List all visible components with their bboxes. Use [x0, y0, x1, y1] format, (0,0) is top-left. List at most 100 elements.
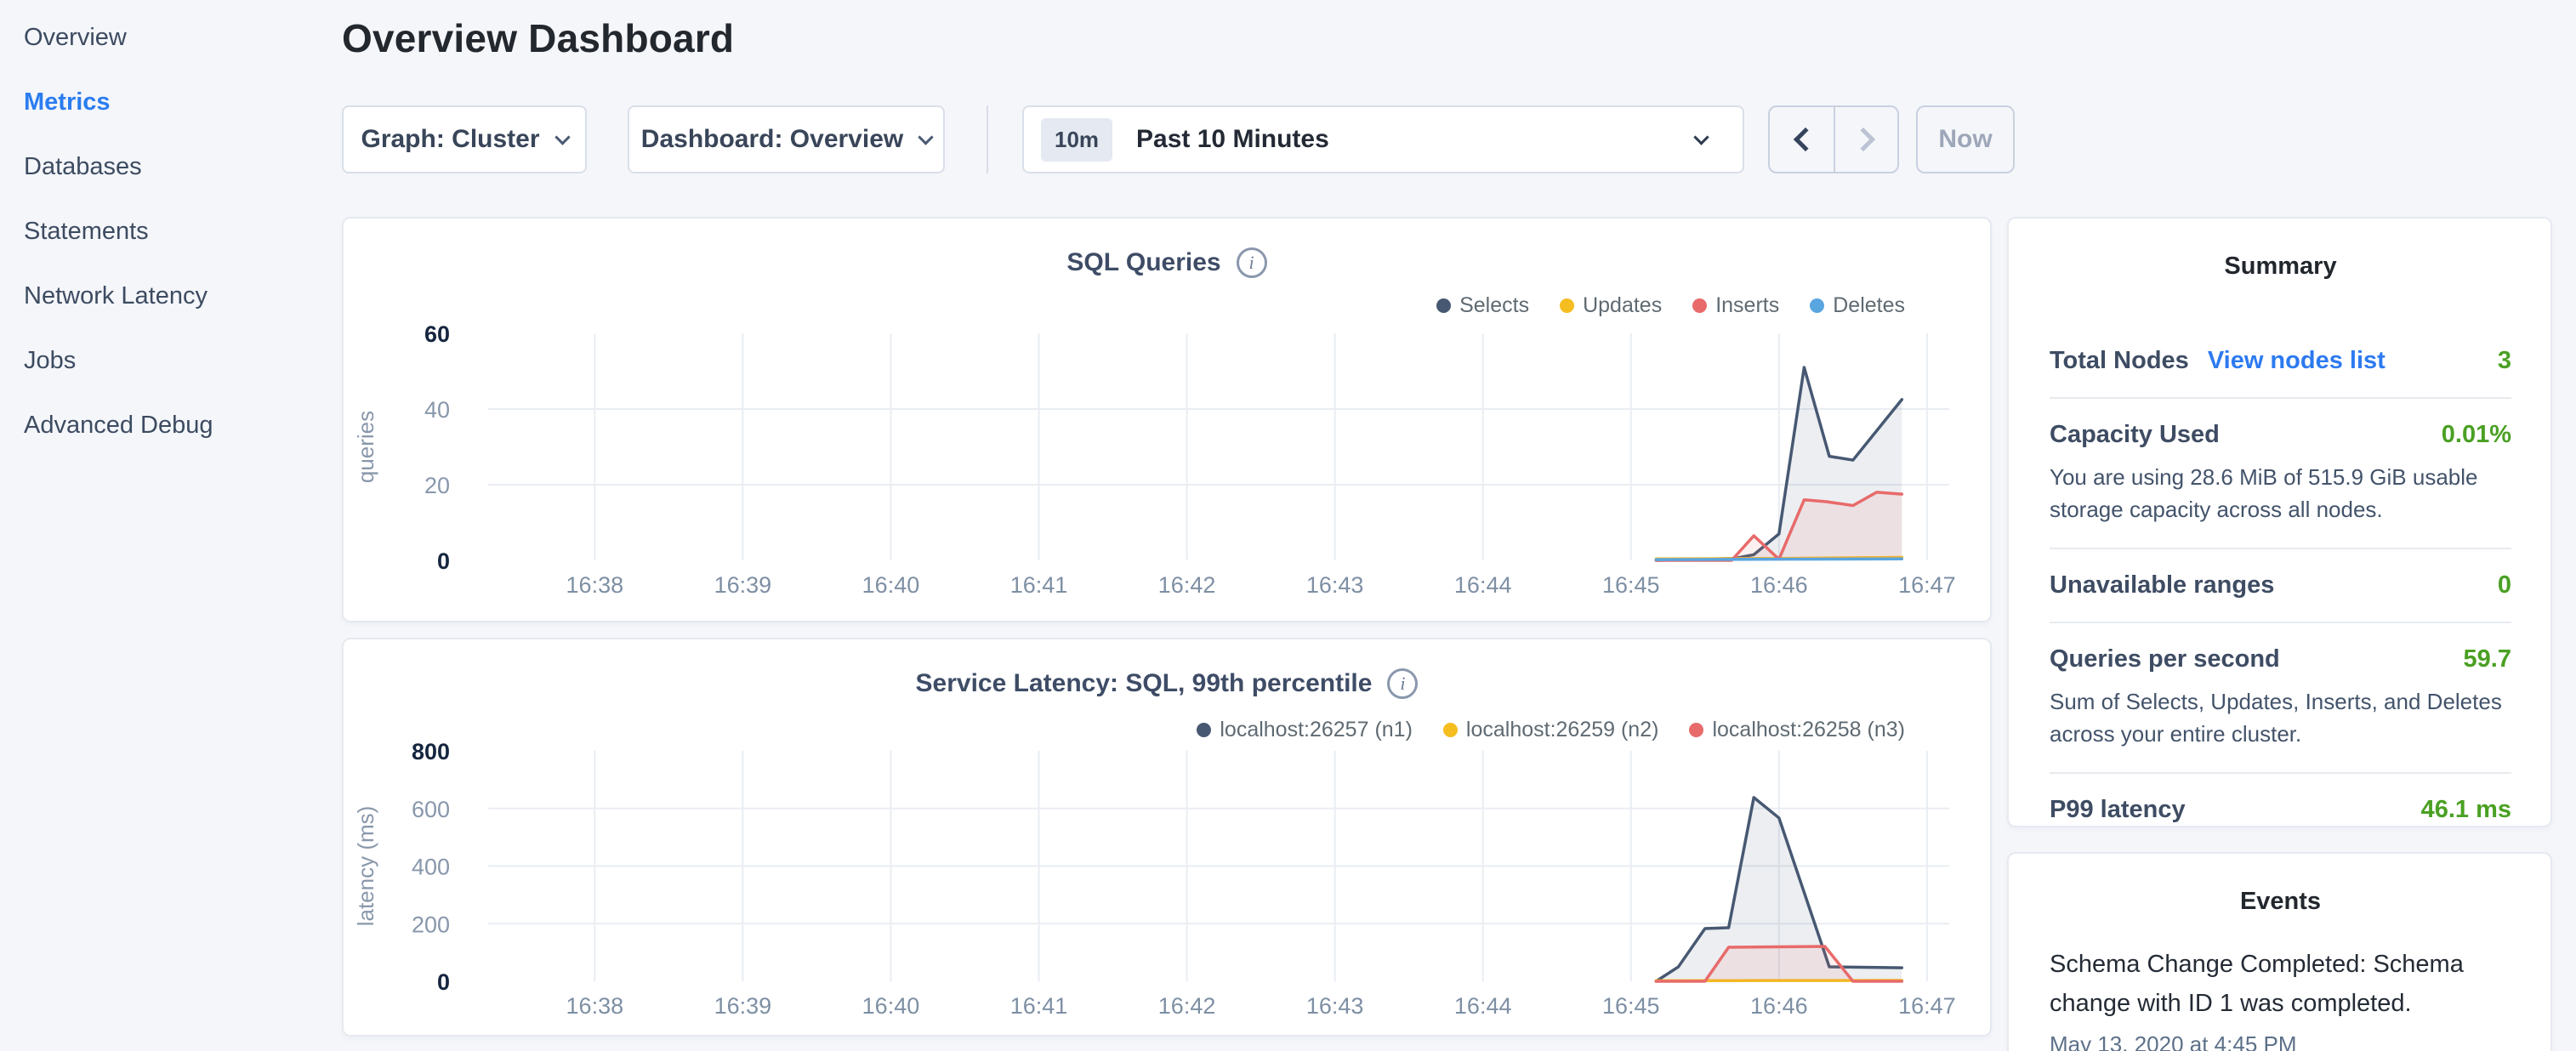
x-tick-label: 16:47 — [1898, 993, 1956, 1019]
legend-item: localhost:26258 (n3) — [1689, 718, 1905, 742]
x-tick-label: 16:38 — [566, 993, 624, 1019]
sidebar-item-overview[interactable]: Overview — [0, 5, 340, 70]
legend-label: Deletes — [1833, 293, 1905, 318]
service-latency-plot[interactable]: 16:3816:3916:4016:4116:4216:4316:4416:45… — [488, 751, 1949, 981]
sidebar-item-jobs[interactable]: Jobs — [0, 328, 340, 393]
legend-label: Inserts — [1715, 293, 1779, 318]
chevron-down-icon — [918, 129, 934, 145]
legend-item: Updates — [1560, 293, 1662, 318]
time-step-back-button[interactable] — [1770, 107, 1834, 172]
dashboard-dropdown[interactable]: Dashboard: Overview — [628, 105, 945, 173]
info-icon[interactable]: i — [1387, 668, 1418, 699]
x-tick-label: 16:40 — [862, 572, 920, 598]
view-nodes-list-link[interactable]: View nodes list — [2208, 347, 2386, 375]
legend-item: Deletes — [1810, 293, 1905, 318]
x-tick-label: 16:45 — [1602, 993, 1660, 1019]
x-tick-label: 16:39 — [714, 993, 772, 1019]
sidebar-item-network-latency[interactable]: Network Latency — [0, 264, 340, 328]
summary-label: Unavailable ranges — [2050, 571, 2274, 599]
graph-dropdown-label: Graph: Cluster — [361, 125, 539, 154]
chart-title-row: Service Latency: SQL, 99th percentile i — [344, 668, 1990, 699]
event-list-item[interactable]: Schema Change Completed: Schema change w… — [2050, 945, 2511, 1051]
y-tick-label: 200 — [412, 912, 450, 937]
x-tick-label: 16:42 — [1158, 993, 1216, 1019]
info-icon[interactable]: i — [1237, 247, 1267, 278]
summary-row-unavailable-ranges: Unavailable ranges 0 — [2050, 549, 2511, 623]
chart-title-row: SQL Queries i — [344, 247, 1990, 278]
x-tick-label: 16:41 — [1010, 572, 1068, 598]
x-tick-label: 16:39 — [714, 572, 772, 598]
sidebar-item-databases[interactable]: Databases — [0, 134, 340, 199]
y-tick-label: 0 — [437, 969, 450, 995]
legend-item: localhost:26259 (n2) — [1443, 718, 1659, 742]
event-message: Schema Change Completed: Schema change w… — [2050, 945, 2511, 1023]
x-tick-label: 16:44 — [1454, 572, 1512, 598]
chart-legend: Selects Updates Inserts Deletes — [1436, 293, 1905, 318]
series-line — [1656, 559, 1902, 560]
sidebar-item-statements[interactable]: Statements — [0, 199, 340, 264]
x-tick-label: 16:43 — [1306, 993, 1364, 1019]
summary-row-queries-per-second: Queries per second 59.7 Sum of Selects, … — [2050, 623, 2511, 774]
summary-row-p99-latency: P99 latency 46.1 ms — [2050, 774, 2511, 846]
x-tick-label: 16:43 — [1306, 572, 1364, 598]
time-step-buttons — [1768, 105, 1899, 173]
legend-label: localhost:26259 (n2) — [1466, 718, 1659, 742]
legend-item: Selects — [1436, 293, 1529, 318]
sidebar-item-advanced-debug[interactable]: Advanced Debug — [0, 393, 340, 457]
time-window-label: Past 10 Minutes — [1136, 125, 1329, 154]
y-tick-label: 40 — [424, 397, 450, 423]
time-window-selector[interactable]: 10m Past 10 Minutes — [1022, 105, 1744, 173]
legend-dot — [1810, 298, 1824, 313]
toolbar-divider — [987, 105, 988, 173]
service-latency-chart-card: Service Latency: SQL, 99th percentile i … — [342, 638, 1992, 1037]
dashboard-dropdown-label: Dashboard: Overview — [641, 125, 903, 154]
x-tick-label: 16:42 — [1158, 572, 1216, 598]
summary-label: P99 latency — [2050, 796, 2186, 824]
y-tick-label: 0 — [437, 548, 450, 574]
x-tick-label: 16:41 — [1010, 993, 1068, 1019]
chevron-down-icon — [1693, 129, 1709, 145]
legend-dot — [1689, 723, 1703, 737]
x-tick-label: 16:46 — [1750, 993, 1808, 1019]
y-tick-label: 600 — [412, 797, 450, 822]
chart-title: Service Latency: SQL, 99th percentile — [916, 669, 1373, 698]
legend-label: localhost:26257 (n1) — [1220, 718, 1413, 742]
y-tick-label: 60 — [424, 321, 450, 347]
summary-subtext: Sum of Selects, Updates, Inserts, and De… — [2050, 685, 2511, 750]
y-axis-label: queries — [353, 411, 378, 483]
summary-value: 0.01% — [2442, 421, 2511, 449]
page-title: Overview Dashboard — [342, 15, 734, 61]
sidebar-item-metrics[interactable]: Metrics — [0, 70, 340, 134]
legend-dot — [1443, 723, 1458, 737]
x-tick-label: 16:46 — [1750, 572, 1808, 598]
legend-label: Updates — [1583, 293, 1662, 318]
chart-title: SQL Queries — [1066, 248, 1220, 277]
summary-panel: Summary Total Nodes View nodes list 3 Ca… — [2007, 217, 2552, 827]
events-heading: Events — [2050, 888, 2511, 916]
chevron-down-icon — [554, 129, 570, 145]
sql-queries-chart-card: SQL Queries i Selects Updates Inserts De… — [342, 217, 1992, 622]
summary-value: 3 — [2498, 347, 2511, 375]
legend-label: localhost:26258 (n3) — [1712, 718, 1905, 742]
sql-queries-plot[interactable]: 16:3816:3916:4016:4116:4216:4316:4416:45… — [488, 333, 1949, 560]
now-button[interactable]: Now — [1916, 105, 2015, 173]
y-axis-label: latency (ms) — [353, 806, 378, 927]
legend-label: Selects — [1459, 293, 1529, 318]
summary-row-capacity-used: Capacity Used 0.01% You are using 28.6 M… — [2050, 399, 2511, 549]
summary-label: Total Nodes — [2050, 347, 2189, 375]
toolbar: Graph: Cluster Dashboard: Overview 10m P… — [342, 105, 2015, 173]
legend-dot — [1692, 298, 1707, 313]
summary-value: 46.1 ms — [2421, 796, 2511, 824]
y-tick-label: 400 — [412, 855, 450, 880]
sidebar-nav: Overview Metrics Databases Statements Ne… — [0, 0, 340, 457]
x-tick-label: 16:45 — [1602, 572, 1660, 598]
x-tick-label: 16:38 — [566, 572, 624, 598]
graph-dropdown[interactable]: Graph: Cluster — [342, 105, 587, 173]
time-step-forward-button[interactable] — [1834, 107, 1897, 172]
legend-dot — [1197, 723, 1211, 737]
app-root: Overview Metrics Databases Statements Ne… — [0, 0, 2576, 1051]
summary-value: 59.7 — [2464, 645, 2511, 673]
summary-subtext: You are using 28.6 MiB of 515.9 GiB usab… — [2050, 461, 2511, 526]
legend-item: localhost:26257 (n1) — [1197, 718, 1413, 742]
x-tick-label: 16:40 — [862, 993, 920, 1019]
